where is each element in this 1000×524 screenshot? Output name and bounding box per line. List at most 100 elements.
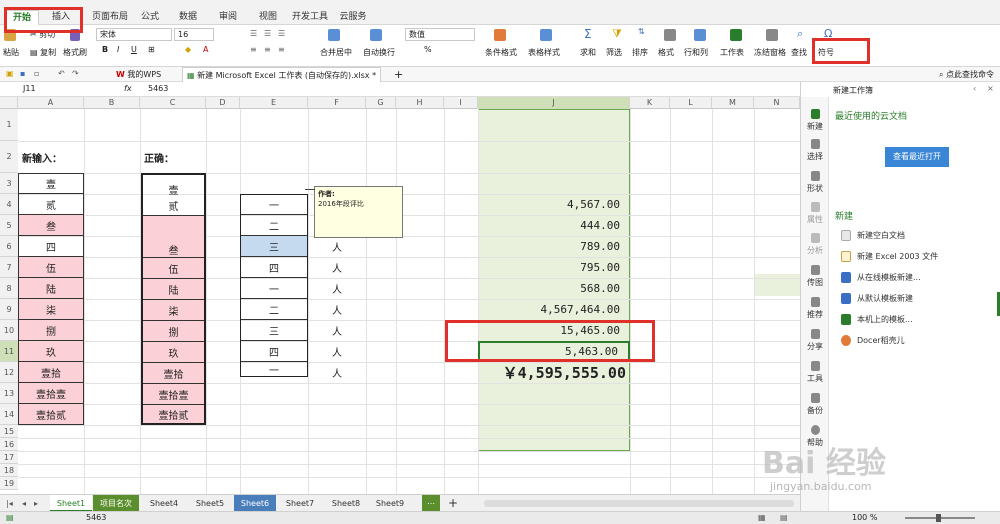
cell-e6[interactable]: 三 [241, 236, 307, 257]
cell-c8[interactable]: 陆 [143, 278, 204, 299]
next-sheet-icon[interactable]: ▸ [34, 499, 38, 508]
row-col-button[interactable]: 行和列 [684, 47, 708, 58]
italic-button[interactable]: I [117, 45, 119, 54]
cell-c4[interactable]: 贰 [143, 197, 204, 213]
cell-a5[interactable]: 叁 [19, 215, 83, 236]
cell-c3[interactable]: 壹 [143, 181, 204, 197]
filter-button[interactable]: 筛选 [606, 47, 622, 58]
cell-f10[interactable]: 人 [308, 320, 366, 341]
row-1[interactable]: 1 [0, 109, 18, 141]
vtab-new[interactable]: 新建 [801, 109, 829, 132]
row-7[interactable]: 7 [0, 257, 18, 278]
normal-view-icon[interactable]: ▦ [758, 513, 766, 522]
cell-a3[interactable]: 壹 [19, 173, 83, 194]
sheet-tab-sheet8[interactable]: Sheet8 [324, 495, 368, 512]
page-view-icon[interactable]: ▤ [780, 513, 788, 522]
cell-a7[interactable]: 伍 [19, 257, 83, 278]
cell-a10[interactable]: 捌 [19, 320, 83, 341]
align-right-icon[interactable]: ≡ [278, 45, 285, 54]
vtab-upload[interactable]: 传图 [801, 265, 829, 288]
font-color-icon[interactable]: A [203, 45, 208, 54]
cell-c10[interactable]: 捌 [143, 320, 204, 341]
cond-format-button[interactable]: 条件格式 [485, 47, 517, 58]
local-template[interactable]: 本机上的模板... [841, 314, 913, 325]
cell-f9[interactable]: 人 [308, 299, 366, 320]
cell-a8[interactable]: 陆 [19, 278, 83, 299]
vtab-backup[interactable]: 备份 [801, 393, 829, 416]
cell-j7[interactable]: 795.00 [478, 257, 630, 278]
fill-color-icon[interactable]: ◆ [185, 45, 191, 54]
row-5[interactable]: 5 [0, 215, 18, 236]
pane-close-icon[interactable]: × [987, 84, 994, 93]
add-sheet-icon[interactable]: + [446, 495, 460, 512]
border-icon[interactable]: ⊞ [148, 45, 155, 54]
tab-page-layout[interactable]: 页面布局 [86, 10, 134, 25]
cell-c5[interactable]: 叁 [143, 215, 204, 257]
col-k[interactable]: K [630, 97, 670, 109]
col-f[interactable]: F [308, 97, 366, 109]
tab-cloud[interactable]: 云服务 [338, 10, 368, 25]
fx-label[interactable]: fx [124, 84, 132, 93]
cell-j9[interactable]: 4,567,464.00 [478, 299, 630, 320]
align-top-icon[interactable]: ☰ [250, 29, 257, 38]
vtab-share[interactable]: 分享 [801, 329, 829, 352]
command-search[interactable]: ⌕ 点此查找命令 [935, 67, 998, 82]
align-bottom-icon[interactable]: ☰ [278, 29, 285, 38]
row-14[interactable]: 14 [0, 404, 18, 425]
docer[interactable]: Docer稻壳儿 [841, 335, 905, 346]
cell-a13[interactable]: 壹拾壹 [19, 383, 83, 404]
cell-e4[interactable]: 一 [241, 194, 307, 215]
name-box[interactable]: J11 [20, 83, 100, 96]
row-2[interactable]: 2 [0, 141, 18, 173]
align-center-icon[interactable]: ≡ [264, 45, 271, 54]
font-name-select[interactable]: 宋体 [96, 28, 172, 41]
tab-formula[interactable]: 公式 [136, 10, 164, 25]
format-button[interactable]: 格式 [658, 47, 674, 58]
cell-f11[interactable]: 人 [308, 341, 366, 362]
row-13[interactable]: 13 [0, 383, 18, 404]
cell-c11[interactable]: 玖 [143, 341, 204, 362]
paste-label[interactable]: 粘贴 [3, 47, 19, 58]
col-j[interactable]: J [478, 97, 630, 109]
vtab-select[interactable]: 选择 [801, 139, 829, 162]
col-c[interactable]: C [140, 97, 206, 109]
first-sheet-icon[interactable]: |◂ [6, 499, 13, 508]
undo-icon[interactable]: ↶ [58, 69, 65, 78]
number-format-select[interactable]: 数值 [405, 28, 475, 41]
col-l[interactable]: L [670, 97, 712, 109]
underline-button[interactable]: U [131, 45, 137, 54]
cell-c14[interactable]: 壹拾贰 [143, 404, 204, 423]
find-button[interactable]: 查找 [791, 47, 807, 58]
align-middle-icon[interactable]: ☰ [264, 29, 271, 38]
new-tab-button[interactable]: + [390, 67, 407, 82]
tab-data[interactable]: 数据 [174, 10, 202, 25]
col-e[interactable]: E [240, 97, 308, 109]
row-9[interactable]: 9 [0, 299, 18, 320]
align-left-icon[interactable]: ≡ [250, 45, 257, 54]
cell-e12[interactable]: 一 [241, 362, 307, 377]
row-18[interactable]: 18 [0, 464, 18, 477]
sheet-tab-sheet4[interactable]: Sheet4 [142, 495, 186, 512]
row-19[interactable]: 19 [0, 477, 18, 490]
font-size-select[interactable]: 16 [174, 28, 214, 41]
cell-j6[interactable]: 789.00 [478, 236, 630, 257]
col-b[interactable]: B [84, 97, 140, 109]
row-16[interactable]: 16 [0, 438, 18, 451]
worksheet-button[interactable]: 工作表 [720, 47, 744, 58]
row-3[interactable]: 3 [0, 173, 18, 194]
table-style-button[interactable]: 表格样式 [528, 47, 560, 58]
cell-j5[interactable]: 444.00 [478, 215, 630, 236]
redo-icon[interactable]: ↷ [72, 69, 79, 78]
row-4[interactable]: 4 [0, 194, 18, 215]
col-a[interactable]: A [18, 97, 84, 109]
row-6[interactable]: 6 [0, 236, 18, 257]
save-icon[interactable]: ▪ [20, 69, 25, 78]
new-excel2003[interactable]: 新建 Excel 2003 文件 [841, 251, 938, 262]
zoom-level[interactable]: 100 % [852, 513, 877, 522]
merge-center-button[interactable]: 合并居中 [320, 47, 352, 58]
cell-e7[interactable]: 四 [241, 257, 307, 278]
sheet-tab-sheet9[interactable]: Sheet9 [368, 495, 412, 512]
vtab-shape[interactable]: 形状 [801, 171, 829, 194]
cell-a6[interactable]: 四 [19, 236, 83, 257]
tab-view[interactable]: 视图 [254, 10, 282, 25]
